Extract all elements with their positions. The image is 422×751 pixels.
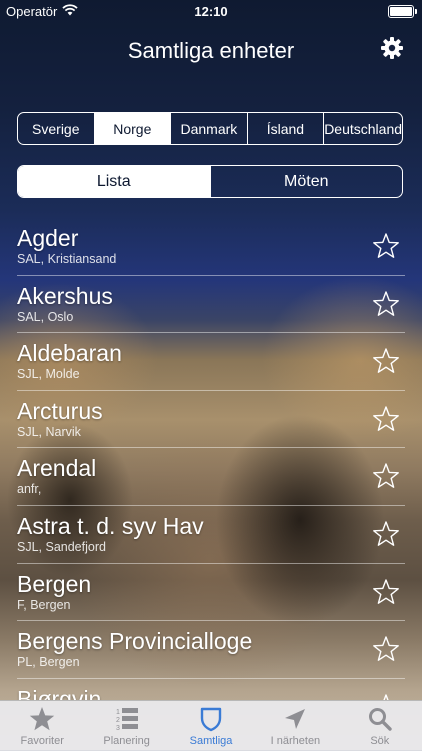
unit-detail: F, Bergen <box>17 597 71 612</box>
svg-text:1: 1 <box>116 709 120 716</box>
star-icon[interactable] <box>372 520 400 548</box>
unit-detail: SAL, Kristiansand <box>17 252 117 266</box>
unit-detail: anfr, <box>17 482 42 497</box>
unit-detail: SJL, Molde <box>17 367 80 382</box>
unit-name: Bjørgvin <box>17 685 102 700</box>
segment-danmark[interactable]: Danmark <box>170 113 247 144</box>
tab-label: Samtliga <box>189 735 233 747</box>
tab-label: Favoriter <box>20 735 64 747</box>
star-icon[interactable] <box>372 578 400 606</box>
list-item[interactable]: Bergens Provincialloge PL, Bergen <box>17 621 405 679</box>
tab-label: I närheten <box>270 735 321 747</box>
star-icon[interactable] <box>372 693 400 700</box>
unit-detail: SJL, Narvik <box>17 424 81 439</box>
unit-detail: SJL, Sandefjord <box>17 539 106 554</box>
clock: 12:10 <box>194 4 228 19</box>
location-arrow-icon <box>285 709 306 729</box>
star-icon <box>30 707 55 731</box>
tab-planering[interactable]: 1 2 3 Planering <box>84 701 168 751</box>
list-item[interactable]: Aldebaran SJL, Molde <box>17 333 405 391</box>
tab-samtliga[interactable]: Samtliga <box>169 701 253 751</box>
list-item[interactable]: Arendal anfr, <box>17 448 405 506</box>
unit-name: Arendal <box>17 455 97 482</box>
unit-name: Akershus <box>17 282 113 309</box>
list-item[interactable]: Arcturus SJL, Narvik <box>17 391 405 449</box>
country-segmented-control: Sverige Norge Danmark Ísland Deutschland <box>17 112 403 145</box>
search-icon <box>368 708 392 731</box>
star-icon[interactable] <box>372 347 400 375</box>
star-icon[interactable] <box>372 462 400 490</box>
battery-icon <box>388 5 417 18</box>
list-item[interactable]: Bergen F, Bergen <box>17 564 405 622</box>
segment-island[interactable]: Ísland <box>246 113 324 144</box>
unit-list[interactable]: Agder SAL, Kristiansand Akershus SAL, Os… <box>0 218 422 700</box>
unit-detail: PL, Bergen <box>17 655 80 670</box>
view-segmented-control: Lista Möten <box>17 165 403 198</box>
unit-name: Arcturus <box>17 397 103 424</box>
list-item[interactable]: Akershus SAL, Oslo <box>17 276 405 334</box>
tab-label: Planering <box>103 735 150 747</box>
tab-bar: Favoriter 1 2 3 Planering Samtliga I när… <box>0 700 422 751</box>
star-icon[interactable] <box>372 232 400 260</box>
list-item[interactable]: Astra t. d. syv Hav SJL, Sandefjord <box>17 506 405 564</box>
unit-name: Bergen <box>17 570 92 597</box>
tab-i-narheten[interactable]: I närheten <box>253 701 337 751</box>
segment-moten[interactable]: Möten <box>209 166 403 197</box>
list-icon: 1 2 3 <box>116 708 138 732</box>
unit-name: Agder <box>17 225 79 251</box>
status-bar: Operatör 12:10 <box>0 0 422 22</box>
unit-detail: SAL, Oslo <box>17 309 74 324</box>
list-item[interactable]: Agder SAL, Kristiansand <box>17 218 405 276</box>
gear-icon[interactable] <box>380 36 404 60</box>
unit-name: Aldebaran <box>17 340 122 367</box>
page-title: Samtliga enheter <box>127 38 295 63</box>
navigation-bar: Samtliga enheter <box>0 22 422 82</box>
star-icon[interactable] <box>372 635 400 663</box>
segment-lista[interactable]: Lista <box>18 166 210 197</box>
svg-text:3: 3 <box>116 725 120 732</box>
tab-sok[interactable]: Sök <box>338 701 422 751</box>
segment-norge[interactable]: Norge <box>93 113 171 144</box>
segment-sverige[interactable]: Sverige <box>18 113 94 144</box>
tab-label: Sök <box>370 735 390 747</box>
tab-favoriter[interactable]: Favoriter <box>0 701 84 751</box>
segment-deutschland[interactable]: Deutschland <box>323 113 402 144</box>
svg-text:2: 2 <box>116 717 120 724</box>
star-icon[interactable] <box>372 405 400 433</box>
unit-name: Astra t. d. syv Hav <box>17 512 204 539</box>
unit-name: Bergens Provincialloge <box>17 628 253 655</box>
shield-icon <box>200 707 222 732</box>
star-icon[interactable] <box>372 290 400 318</box>
list-item[interactable]: Bjørgvin <box>17 679 405 700</box>
